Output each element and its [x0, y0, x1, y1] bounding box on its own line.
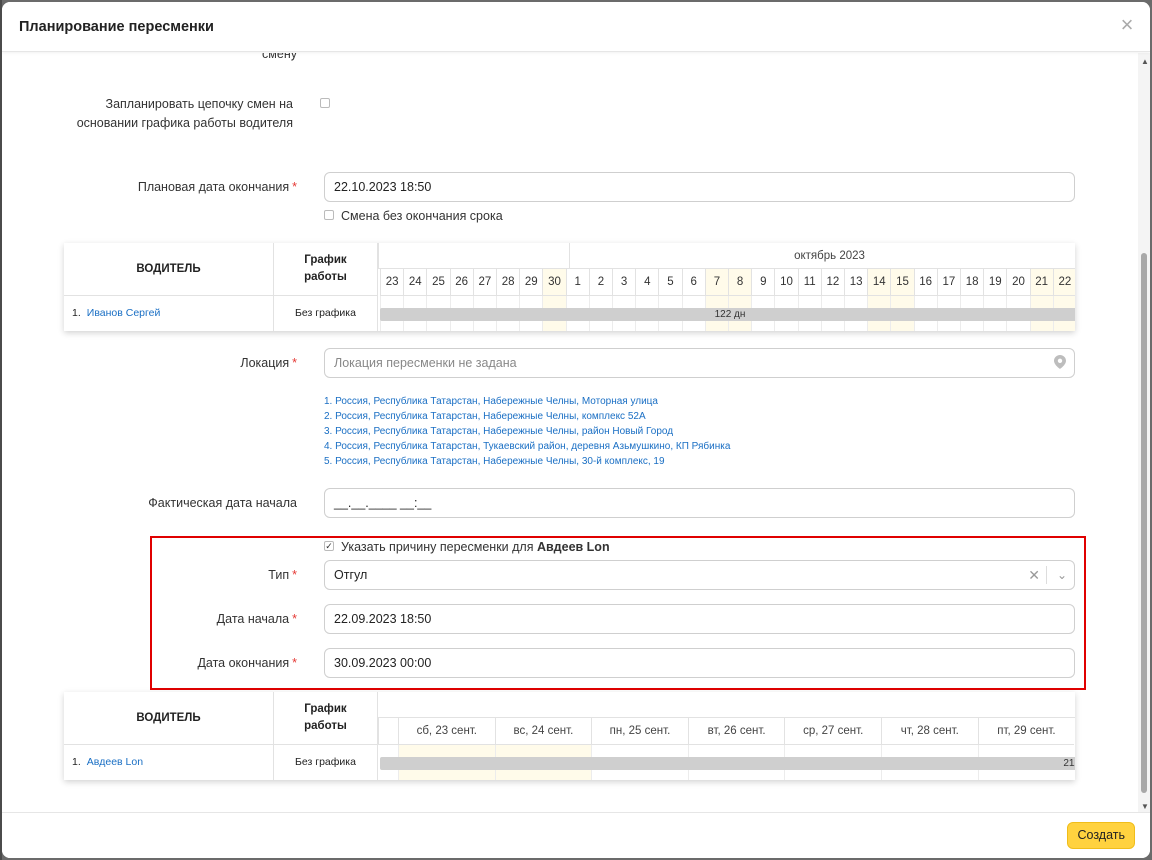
- no-end-checkbox[interactable]: [324, 210, 334, 220]
- day-header-28: 21: [1029, 269, 1053, 296]
- day-header-23: 16: [913, 269, 937, 296]
- day-header-10: 3: [612, 269, 636, 296]
- modal-body: смену Запланировать цепочку смен на осно…: [2, 53, 1138, 813]
- select-divider: [1046, 566, 1047, 584]
- day-header-0: 23: [380, 269, 404, 296]
- location-pin-icon[interactable]: [1054, 355, 1066, 369]
- gantt-chart-ivanov: октябрь 2023 23 24 25 26 27 28 29 30 1 2 3 4 5 6 7 8 9 10…: [378, 243, 1075, 331]
- address-option-5[interactable]: 5. Россия, Республика Татарстан, Набереж…: [324, 454, 665, 469]
- day-header-15: 8: [728, 269, 752, 296]
- close-icon[interactable]: ×: [1116, 14, 1138, 37]
- row-schedule: Без графика: [274, 296, 378, 331]
- planned-end-label: Плановая дата окончания *: [137, 180, 297, 194]
- type-select[interactable]: Отгул ✕ ⌄: [324, 560, 1075, 590]
- reason-label: Указать причину пересменки для Авдеев Lo…: [341, 540, 610, 554]
- modal-title: Планирование пересменки: [19, 19, 214, 35]
- date-header-1: вс, 24 сент.: [494, 718, 592, 745]
- partial-label: смену: [262, 53, 297, 61]
- address-option-4[interactable]: 4. Россия, Республика Татарстан, Тукаевс…: [324, 439, 730, 454]
- reason-checkbox[interactable]: ✓: [324, 541, 334, 551]
- date-header-5: чт, 28 сент.: [881, 718, 978, 745]
- shift-planning-modal: Планирование пересменки × смену Запланир…: [2, 2, 1150, 858]
- date-header-4: ср, 27 сент.: [784, 718, 881, 745]
- location-input[interactable]: Локация пересменки не задана: [324, 348, 1075, 378]
- day-header-7: 30: [542, 269, 566, 296]
- scroll-down-icon[interactable]: ▼: [1141, 802, 1149, 811]
- day-header-2: 25: [426, 269, 450, 296]
- date-header-3: вт, 26 сент.: [687, 718, 785, 745]
- address-option-3[interactable]: 3. Россия, Республика Татарстан, Набереж…: [324, 424, 673, 439]
- day-header-9: 2: [588, 269, 612, 296]
- driver-link-avdeev[interactable]: Авдеев Lon: [87, 756, 143, 768]
- row-schedule: Без графика: [274, 745, 378, 780]
- day-header-25: 18: [960, 269, 984, 296]
- chain-checkbox[interactable]: [320, 98, 330, 108]
- day-header-17: 10: [774, 269, 798, 296]
- day-header-27: 20: [1006, 269, 1030, 296]
- day-header-18: 11: [797, 269, 821, 296]
- actual-start-label: Фактическая дата начала: [148, 496, 297, 510]
- day-header-12: 5: [658, 269, 682, 296]
- day-header-4: 27: [472, 269, 496, 296]
- shift-bar[interactable]: 212: [380, 757, 1075, 770]
- day-header-5: 28: [496, 269, 520, 296]
- no-end-label: Смена без окончания срока: [341, 209, 503, 223]
- type-label: Тип *: [268, 568, 297, 582]
- start-date-label: Дата начала *: [216, 612, 297, 626]
- modal-header: Планирование пересменки ×: [2, 2, 1150, 52]
- day-header-1: 24: [403, 269, 427, 296]
- month-header-sep: [378, 243, 569, 269]
- day-header-20: 13: [844, 269, 868, 296]
- scroll-thumb[interactable]: [1141, 253, 1147, 793]
- schedule-column-header: График работы: [274, 243, 378, 296]
- date-header-lead: [378, 718, 398, 745]
- date-header-6: пт, 29 сент.: [977, 718, 1075, 745]
- clear-icon[interactable]: ✕: [1028, 567, 1040, 583]
- address-option-2[interactable]: 2. Россия, Республика Татарстан, Набереж…: [324, 409, 646, 424]
- table-row: 1. Авдеев Lon: [64, 745, 274, 780]
- actual-start-input[interactable]: __.__.____ __:__: [324, 488, 1075, 518]
- location-label: Локация *: [240, 356, 297, 370]
- day-header-16: 9: [751, 269, 775, 296]
- driver-table-avdeev: ВОДИТЕЛЬ График работы 1. Авдеев Lon Без г…: [64, 692, 1075, 780]
- vertical-scrollbar[interactable]: ▲ ▼: [1138, 53, 1150, 813]
- chevron-down-icon[interactable]: ⌄: [1057, 567, 1067, 583]
- address-option-1[interactable]: 1. Россия, Республика Татарстан, Набереж…: [324, 394, 658, 409]
- day-header-8: 1: [565, 269, 589, 296]
- driver-table-ivanov: ВОДИТЕЛЬ График работы 1. Иванов Сергей Бе…: [64, 243, 1075, 331]
- day-header-6: 29: [519, 269, 543, 296]
- day-header-19: 12: [820, 269, 844, 296]
- date-header-0: сб, 23 сент.: [398, 718, 495, 745]
- driver-column-header: ВОДИТЕЛЬ: [64, 243, 274, 296]
- month-header-oct: октябрь 2023: [569, 243, 1075, 269]
- chain-label-line1: Запланировать цепочку смен на: [105, 97, 293, 111]
- day-header-3: 26: [449, 269, 473, 296]
- gantt-chart-avdeev: сб, 23 сент. вс, 24 сент. пн, 25 сент. вт, …: [378, 692, 1075, 780]
- modal-footer: Создать: [2, 812, 1150, 858]
- type-value: Отгул: [334, 568, 368, 582]
- date-header-2: пн, 25 сент.: [591, 718, 688, 745]
- day-header-14: 7: [704, 269, 728, 296]
- day-header-24: 17: [936, 269, 960, 296]
- chain-label-line2: основании графика работы водителя: [76, 116, 293, 130]
- shift-bar[interactable]: 122 дн: [380, 308, 1075, 321]
- start-date-input[interactable]: 22.09.2023 18:50: [324, 604, 1075, 634]
- day-header-29: 22: [1052, 269, 1075, 296]
- day-header-22: 15: [890, 269, 914, 296]
- schedule-column-header: График работы: [274, 692, 378, 745]
- driver-column-header: ВОДИТЕЛЬ: [64, 692, 274, 745]
- day-header-21: 14: [867, 269, 891, 296]
- planned-end-input[interactable]: 22.10.2023 18:50: [324, 172, 1075, 202]
- table-row: 1. Иванов Сергей: [64, 296, 274, 331]
- day-header-13: 6: [681, 269, 705, 296]
- day-header-26: 19: [983, 269, 1007, 296]
- end-date-input[interactable]: 30.09.2023 00:00: [324, 648, 1075, 678]
- driver-link-ivanov[interactable]: Иванов Сергей: [87, 307, 161, 319]
- create-button[interactable]: Создать: [1067, 822, 1135, 849]
- day-header-11: 4: [635, 269, 659, 296]
- month-header-empty: [378, 692, 1075, 718]
- scroll-up-icon[interactable]: ▲: [1141, 57, 1149, 66]
- end-date-label: Дата окончания *: [197, 656, 297, 670]
